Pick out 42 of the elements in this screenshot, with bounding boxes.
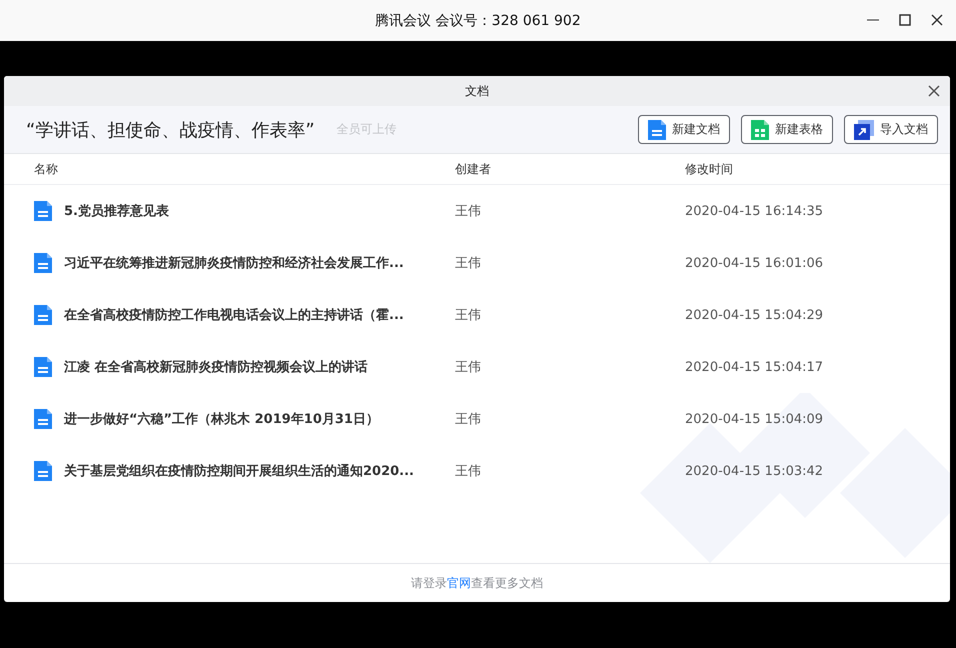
- document-icon: [34, 253, 52, 273]
- column-header[interactable]: 修改时间: [685, 160, 950, 178]
- modified-time-cell-text: 2020-04-15 16:14:35: [685, 204, 824, 218]
- spreadsheet-icon: [751, 120, 769, 140]
- column-header[interactable]: 创建者: [455, 160, 685, 178]
- document-name[interactable]: 江凌 在全省高校新冠肺炎疫情防控视频会议上的讲话: [64, 358, 368, 376]
- creator-cell-text: 王伟: [455, 307, 482, 324]
- close-icon: [931, 14, 943, 26]
- document-icon: [34, 409, 52, 429]
- document-name[interactable]: 进一步做好“六稳”工作（林兆木 2019年10月31日）: [64, 410, 379, 428]
- window-title: 腾讯会议 会议号：328 061 902: [375, 12, 581, 30]
- footer-text: 请登录官网查看更多文档: [411, 574, 543, 592]
- import-button[interactable]: 导入文档: [844, 115, 938, 144]
- creator-cell-text: 王伟: [455, 411, 482, 428]
- creator-cell-text: 王伟: [455, 359, 482, 376]
- document-icon: [34, 357, 52, 377]
- close-icon: [926, 83, 942, 99]
- modified-time-cell-text: 2020-04-15 15:04:29: [685, 308, 824, 322]
- modified-time-cell-text: 2020-04-15 15:04:17: [685, 360, 824, 374]
- document-icon: [34, 305, 52, 325]
- document-name[interactable]: 习近平在统筹推进新冠肺炎疫情防控和经济社会发展工作...: [64, 254, 404, 272]
- import-icon: [854, 120, 874, 140]
- close-button[interactable]: [926, 83, 942, 99]
- new-button[interactable]: 新建表格: [741, 115, 833, 144]
- document-name[interactable]: 关于基层党组织在疫情防控期间开展组织生活的通知2020...: [64, 462, 414, 480]
- creator-cell-text: 王伟: [455, 255, 482, 272]
- new-button[interactable]: 新建文档: [638, 115, 730, 144]
- meeting-heading: “学讲话、担使命、战疫情、作表率”: [26, 118, 315, 142]
- creator-cell-text: 王伟: [455, 203, 482, 220]
- document-name[interactable]: 5.党员推荐意见表: [64, 202, 169, 220]
- website-link[interactable]: 官网: [447, 576, 471, 590]
- dialog-title: 文档: [465, 82, 489, 100]
- modified-time-cell-text: 2020-04-15 15:03:42: [685, 464, 824, 478]
- maximize-icon: [899, 14, 911, 26]
- document-name[interactable]: 在全省高校疫情防控工作电视电话会议上的主持讲话（霍...: [64, 306, 404, 324]
- modified-time-cell-text: 2020-04-15 16:01:06: [685, 256, 824, 270]
- document-icon: [34, 201, 52, 221]
- creator-cell-text: 王伟: [455, 463, 482, 480]
- document-icon: [34, 461, 52, 481]
- modified-time-cell-text: 2020-04-15 15:04:09: [685, 412, 824, 426]
- column-header[interactable]: 名称: [34, 160, 455, 178]
- document-icon: [648, 120, 666, 140]
